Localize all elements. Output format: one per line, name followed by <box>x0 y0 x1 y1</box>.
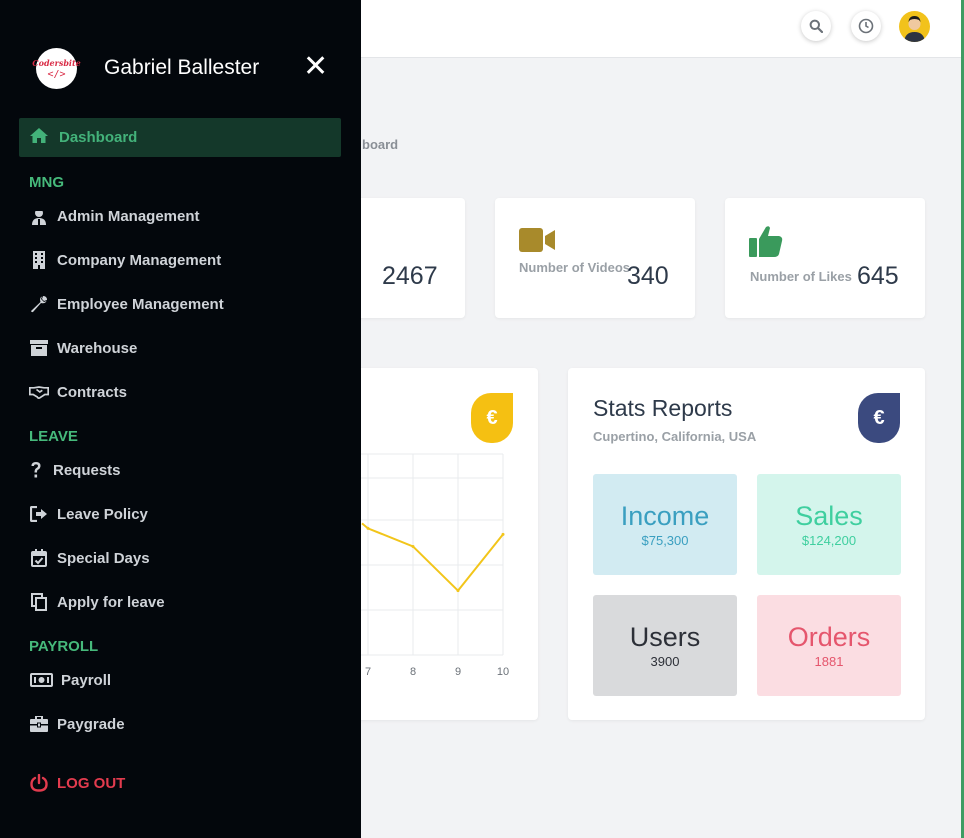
sidebar-item-warehouse[interactable]: Warehouse <box>29 337 137 359</box>
stats-title: Stats Reports <box>593 395 733 421</box>
admin-user-icon <box>29 208 49 225</box>
section-payroll: PAYROLL <box>29 638 99 655</box>
sidebar-item-label: Admin Management <box>57 207 200 225</box>
x-tick-label: 7 <box>365 666 371 678</box>
sidebar-item-label: Requests <box>53 461 121 479</box>
income-value: $75,300 <box>641 533 689 548</box>
sidebar-item-apply-for-leave[interactable]: Apply for leave <box>29 591 165 613</box>
stat-value: 2467 <box>382 262 438 290</box>
users-value: 3900 <box>650 654 680 669</box>
sidebar-item-company-management[interactable]: Company Management <box>29 249 221 271</box>
series-line <box>361 522 504 593</box>
avatar-icon <box>904 16 925 42</box>
sales-value: $124,200 <box>801 533 857 548</box>
sidebar-item-label: Payroll <box>61 671 112 689</box>
income-tile[interactable]: Income $75,300 <box>593 474 737 575</box>
stat-value: 340 <box>627 262 669 290</box>
sales-title: Sales <box>795 501 863 531</box>
orders-tile[interactable]: Orders 1881 <box>757 595 901 696</box>
orders-title: Orders <box>787 622 871 652</box>
building-icon <box>29 251 49 269</box>
stat-card-likes: Number of Likes 645 <box>725 198 925 318</box>
copy-icon <box>29 593 49 611</box>
sidebar-item-label: Leave Policy <box>57 505 148 523</box>
data-point <box>501 532 505 536</box>
x-tick-label: 8 <box>410 666 416 678</box>
sidebar-item-special-days[interactable]: Special Days <box>29 547 150 569</box>
sidebar-item-requests[interactable]: Requests <box>29 459 121 481</box>
sidebar-item-label: Company Management <box>57 251 222 269</box>
sidebar-item-paygrade[interactable]: Paygrade <box>29 713 125 735</box>
search-icon <box>809 19 823 33</box>
data-point <box>411 544 415 548</box>
sidebar-item-label: Warehouse <box>57 339 138 357</box>
sidebar: Codersbite </> Gabriel Ballester ✕ Dashb… <box>0 0 361 838</box>
brand-logo[interactable]: Codersbite </> <box>32 48 81 89</box>
x-tick-label: 10 <box>497 666 509 678</box>
archive-box-icon <box>29 340 49 356</box>
sidebar-item-label: Contracts <box>57 383 128 401</box>
user-avatar[interactable] <box>899 11 930 42</box>
sidebar-item-admin-management[interactable]: Admin Management <box>29 205 200 227</box>
breadcrumb[interactable]: board <box>362 137 398 152</box>
calendar-check-icon <box>29 549 49 567</box>
user-name: Gabriel Ballester <box>104 56 260 79</box>
logo-code: </> <box>47 68 66 80</box>
thumbs-up-icon <box>749 226 783 257</box>
sidebar-item-label: Employee Management <box>57 295 224 313</box>
stat-value: 645 <box>857 262 899 290</box>
stat-card-videos: Number of Videos 340 <box>495 198 695 318</box>
section-mng: MNG <box>29 174 64 191</box>
euro-badge: € <box>858 393 900 443</box>
briefcase-icon <box>29 716 49 732</box>
stat-label: Number of Videos <box>519 260 631 275</box>
sidebar-item-label: Special Days <box>57 549 150 567</box>
sidebar-item-label: Dashboard <box>59 129 138 146</box>
video-camera-icon <box>519 228 555 252</box>
sidebar-item-payroll[interactable]: Payroll <box>29 669 111 691</box>
sidebar-item-label: Apply for leave <box>57 593 165 611</box>
history-button[interactable] <box>851 11 881 41</box>
logo-text: Codersbite <box>32 57 81 68</box>
sales-tile[interactable]: Sales $124,200 <box>757 474 901 575</box>
power-icon <box>29 774 49 792</box>
sidebar-item-employee-management[interactable]: Employee Management <box>29 293 224 315</box>
stats-subtitle: Cupertino, California, USA <box>593 429 757 444</box>
users-tile[interactable]: Users 3900 <box>593 595 737 696</box>
question-icon <box>29 461 43 479</box>
wrench-icon <box>29 295 49 313</box>
search-button[interactable] <box>801 11 831 41</box>
income-title: Income <box>620 501 710 531</box>
data-point <box>456 589 460 593</box>
sidebar-item-label: Paygrade <box>57 715 125 733</box>
sidebar-item-contracts[interactable]: Contracts <box>29 381 127 403</box>
data-point <box>366 526 370 530</box>
clock-icon <box>858 18 874 34</box>
logout-label: LOG OUT <box>57 774 126 792</box>
close-sidebar-button[interactable]: ✕ <box>303 52 328 82</box>
orders-value: 1881 <box>814 654 844 669</box>
logout-button[interactable]: LOG OUT <box>29 772 125 794</box>
stats-reports-card: Stats Reports Cupertino, California, USA… <box>568 368 925 720</box>
stat-label: Number of Likes <box>750 269 852 284</box>
section-leave: LEAVE <box>29 428 78 445</box>
sidebar-item-dashboard[interactable]: Dashboard <box>19 118 341 157</box>
sidebar-item-leave-policy[interactable]: Leave Policy <box>29 503 148 525</box>
handshake-icon <box>29 384 49 400</box>
x-tick-label: 9 <box>455 666 461 678</box>
users-title: Users <box>629 622 701 652</box>
sign-out-icon <box>29 506 49 522</box>
home-icon <box>29 127 49 148</box>
money-bill-icon <box>29 673 53 687</box>
